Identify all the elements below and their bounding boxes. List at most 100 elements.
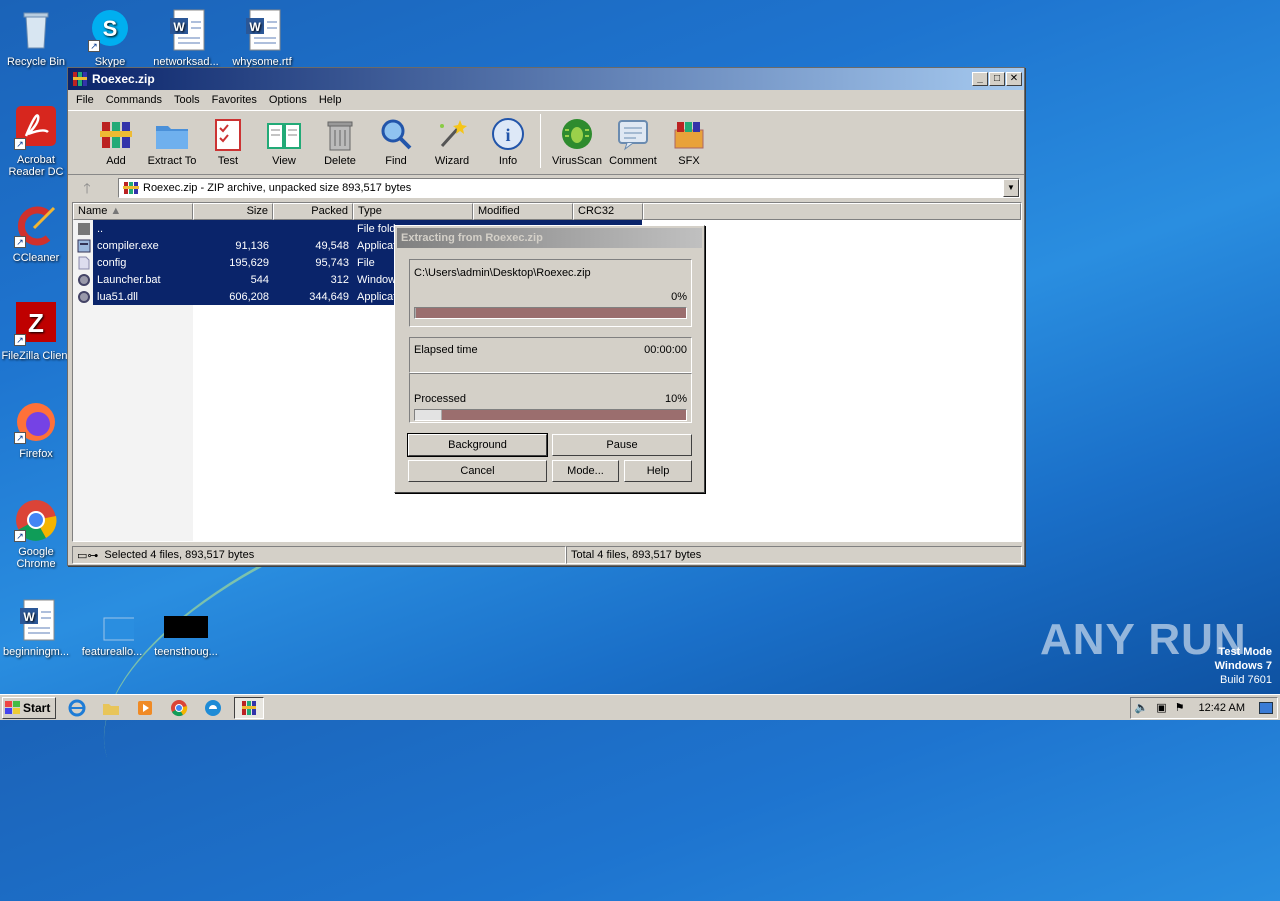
view-button[interactable]: View [256,114,312,167]
windows-flag-icon [5,700,21,715]
minimize-button[interactable]: _ [972,72,988,86]
menu-help[interactable]: Help [313,94,348,106]
background-button[interactable]: Background [407,433,548,457]
virusscan-button[interactable]: VirusScan [549,114,605,167]
chrome-taskbar-icon[interactable] [166,697,192,719]
wizard-button[interactable]: Wizard [424,114,480,167]
clock[interactable]: 12:42 AM [1199,702,1245,714]
column-size[interactable]: Size [193,203,273,220]
info-button[interactable]: i Info [480,114,536,167]
winrar-taskbar-icon[interactable] [234,696,264,719]
explorer-icon[interactable] [98,697,124,719]
menu-bar: File Commands Tools Favorites Options He… [68,90,1024,110]
svg-text:W: W [23,610,35,624]
column-packed[interactable]: Packed [273,203,353,220]
network-icon[interactable]: ▣ [1156,701,1166,714]
add-archive-icon [98,116,134,152]
edge-icon[interactable] [200,697,226,719]
desktop-icon-recycle-bin[interactable]: Recycle Bin [0,8,72,68]
desktop-icon-teensthoug[interactable]: teensthoug... [150,598,222,658]
cancel-button[interactable]: Cancel [408,460,547,482]
gear-file-icon [77,273,91,287]
magnifier-icon [378,116,414,152]
shortcut-arrow-icon: ↗ [88,40,100,52]
find-button[interactable]: Find [368,114,424,167]
svg-text:S: S [103,16,118,41]
blank-file-icon [90,598,149,642]
elapsed-label: Elapsed time [414,344,478,356]
desktop-icon-ccleaner[interactable]: ↗ CCleaner [0,204,72,264]
processed-label: Processed [414,393,466,405]
media-player-icon[interactable] [132,697,158,719]
file-icon [77,256,91,270]
menu-tools[interactable]: Tools [168,94,206,106]
test-mode-watermark: Test Mode Windows 7 Build 7601 [1214,646,1272,686]
parent-folder-icon [77,222,91,236]
word-document-icon: W [14,598,58,642]
menu-favorites[interactable]: Favorites [206,94,263,106]
desktop-icon-whysome[interactable]: W whysome.rtf [226,8,298,68]
chevron-down-icon[interactable]: ▼ [1003,178,1019,197]
status-bar: ▭⊶ Selected 4 files, 893,517 bytes Total… [72,546,1022,564]
system-tray: 🔈 ▣ ⚑ 12:42 AM [1129,696,1278,719]
desktop-icon-filezilla[interactable]: Z ↗ FileZilla Client [0,302,72,362]
desktop-icon-beginningm[interactable]: W beginningm... [0,598,72,658]
comment-icon [615,116,651,152]
checklist-icon [210,116,246,152]
test-button[interactable]: Test [200,114,256,167]
address-bar: 🡑 Roexec.zip - ZIP archive, unpacked siz… [68,174,1024,200]
up-arrow-icon[interactable]: 🡑 [72,178,102,198]
column-type[interactable]: Type [353,203,473,220]
processed-progress-bar [414,409,687,421]
desktop-icon-featureallo[interactable]: featureallo... [76,598,149,658]
start-button[interactable]: Start [2,696,56,719]
desktop-icon-firefox[interactable]: ↗ Firefox [0,400,72,460]
speaker-icon[interactable]: 🔈 [1135,701,1149,714]
file-progress-percent: 0% [671,291,687,303]
add-button[interactable]: Add [88,114,144,167]
exe-file-icon [77,239,91,253]
processed-group: Processed 10% [409,373,692,423]
trash-icon [322,116,358,152]
column-crc32[interactable]: CRC32 [573,203,643,220]
desktop-icon-chrome[interactable]: ↗ Google Chrome [0,498,72,570]
menu-options[interactable]: Options [263,94,313,106]
close-button[interactable]: ✕ [1006,72,1022,86]
dialog-title[interactable]: Extracting from Roexec.zip [397,228,702,248]
maximize-button[interactable]: □ [989,72,1005,86]
svg-text:W: W [249,20,261,34]
column-name[interactable]: Name ▲ [73,203,193,220]
column-modified[interactable]: Modified [473,203,573,220]
extract-dialog: Extracting from Roexec.zip C:\Users\admi… [394,225,705,493]
shortcut-arrow-icon: ↗ [14,138,26,150]
delete-button[interactable]: Delete [312,114,368,167]
filezilla-icon: Z ↗ [14,302,58,346]
mode-button[interactable]: Mode... [552,460,619,482]
show-desktop-icon[interactable] [1259,701,1273,714]
shortcut-arrow-icon: ↗ [14,334,26,346]
action-center-flag-icon[interactable]: ⚑ [1175,701,1185,714]
sfx-button[interactable]: SFX [661,114,717,167]
ie-icon[interactable] [64,697,90,719]
word-document-icon: W [240,8,284,52]
archive-icon [123,181,139,195]
drive-icon: ▭⊶ [77,549,99,562]
svg-text:i: i [505,125,510,145]
desktop-icon-acrobat[interactable]: ↗ Acrobat Reader DC [0,106,72,178]
toolbar: Add Extract To Test View Delete Find Wiz… [68,110,1024,174]
pause-button[interactable]: Pause [552,434,692,456]
desktop-icon-networksad[interactable]: W networksad... [150,8,222,68]
window-titlebar[interactable]: Roexec.zip _ □ ✕ [68,68,1024,90]
menu-file[interactable]: File [70,94,100,106]
word-document-icon: W [164,8,208,52]
desktop-icon-skype[interactable]: S ↗ Skype [74,8,146,68]
file-progress-bar [414,307,687,319]
menu-commands[interactable]: Commands [100,94,168,106]
extract-to-button[interactable]: Extract To [144,114,200,167]
help-button[interactable]: Help [624,460,692,482]
status-selected: ▭⊶ Selected 4 files, 893,517 bytes [72,546,566,564]
file-progress-group: C:\Users\admin\Desktop\Roexec.zip 0% [409,259,692,327]
address-field[interactable]: Roexec.zip - ZIP archive, unpacked size … [118,177,1020,198]
comment-button[interactable]: Comment [605,114,661,167]
sfx-box-icon [671,116,707,152]
